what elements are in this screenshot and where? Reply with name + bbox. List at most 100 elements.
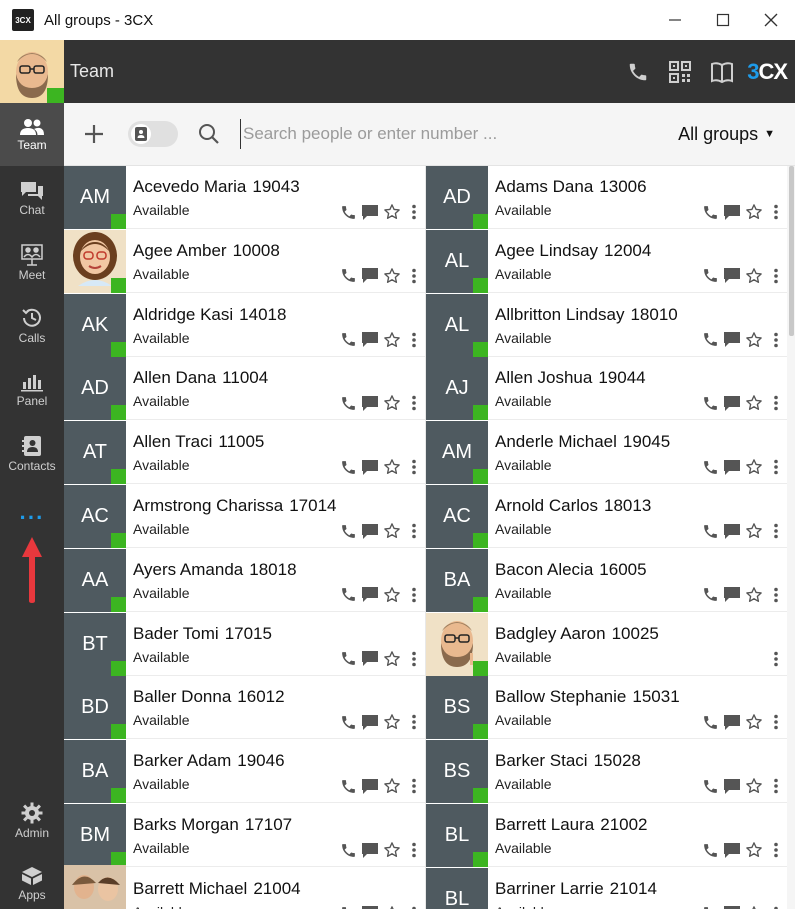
dialer-button[interactable] (617, 40, 659, 103)
group-filter-dropdown[interactable]: All groups ▼ (678, 124, 775, 145)
chat-button[interactable] (359, 585, 381, 605)
chat-button[interactable] (721, 457, 743, 477)
chat-button[interactable] (359, 776, 381, 796)
minimize-button[interactable] (651, 0, 699, 40)
chat-button[interactable] (721, 904, 743, 909)
contact-card[interactable]: BS Barker Staci 15028 Available (426, 740, 787, 804)
favorite-button[interactable] (743, 330, 765, 350)
more-options-button[interactable] (765, 776, 787, 796)
chat-button[interactable] (359, 904, 381, 909)
avatar[interactable]: BL (426, 804, 488, 867)
favorite-button[interactable] (381, 393, 403, 413)
call-button[interactable] (337, 840, 359, 860)
chat-button[interactable] (721, 330, 743, 350)
chat-button[interactable] (359, 266, 381, 286)
maximize-button[interactable] (699, 0, 747, 40)
chat-button[interactable] (359, 330, 381, 350)
sidebar-item-chat[interactable]: Chat (0, 167, 64, 230)
call-button[interactable] (699, 840, 721, 860)
sidebar-item-meet[interactable]: Meet (0, 231, 64, 294)
call-button[interactable] (699, 904, 721, 909)
avatar[interactable]: BT (64, 612, 126, 676)
avatar[interactable]: BM (64, 804, 126, 867)
contact-card[interactable]: BT Bader Tomi 17015 Available (64, 612, 425, 676)
favorite-button[interactable] (743, 904, 765, 909)
more-button[interactable]: ··· (0, 505, 64, 530)
call-button[interactable] (699, 266, 721, 286)
call-button[interactable] (337, 585, 359, 605)
chat-button[interactable] (721, 266, 743, 286)
avatar[interactable]: BA (426, 548, 488, 612)
more-options-button[interactable] (403, 840, 425, 860)
contact-card[interactable]: BD Baller Donna 16012 Available (64, 676, 425, 740)
contact-card[interactable]: AD Allen Dana 11004 Available (64, 357, 425, 421)
more-options-button[interactable] (765, 904, 787, 909)
contact-card[interactable]: BM Barks Morgan 17107 Available (64, 804, 425, 867)
chat-button[interactable] (359, 649, 381, 669)
call-button[interactable] (699, 776, 721, 796)
call-button[interactable] (337, 330, 359, 350)
call-button[interactable] (337, 457, 359, 477)
avatar[interactable]: AD (426, 166, 488, 229)
contact-card[interactable]: Badgley Aaron 10025 Available (426, 612, 787, 676)
avatar[interactable] (64, 229, 126, 293)
qr-code-button[interactable] (659, 40, 701, 103)
more-options-button[interactable] (765, 202, 787, 222)
chat-button[interactable] (721, 585, 743, 605)
more-options-button[interactable] (403, 266, 425, 286)
more-options-button[interactable] (765, 649, 787, 669)
contact-card[interactable]: AM Anderle Michael 19045 Available (426, 421, 787, 485)
contact-card[interactable]: AA Ayers Amanda 18018 Available (64, 548, 425, 612)
contact-card[interactable]: AL Allbritton Lindsay 18010 Available (426, 293, 787, 357)
contacts-toggle[interactable] (128, 121, 178, 147)
contact-card[interactable]: BL Barriner Larrie21014 Available (426, 867, 787, 909)
avatar[interactable]: AJ (426, 357, 488, 421)
sidebar-item-team[interactable]: Team (0, 103, 64, 166)
more-options-button[interactable] (403, 521, 425, 541)
call-button[interactable] (337, 712, 359, 732)
avatar[interactable]: AD (64, 357, 126, 421)
favorite-button[interactable] (381, 202, 403, 222)
more-options-button[interactable] (765, 712, 787, 732)
chat-button[interactable] (721, 393, 743, 413)
call-button[interactable] (337, 266, 359, 286)
chat-button[interactable] (721, 776, 743, 796)
chat-button[interactable] (359, 840, 381, 860)
favorite-button[interactable] (743, 202, 765, 222)
call-button[interactable] (337, 904, 359, 909)
avatar[interactable]: AM (426, 421, 488, 485)
avatar[interactable]: BL (426, 867, 488, 909)
avatar[interactable]: AC (426, 485, 488, 548)
call-button[interactable] (699, 330, 721, 350)
contact-card[interactable]: AT Allen Traci 11005 Available (64, 421, 425, 485)
favorite-button[interactable] (743, 776, 765, 796)
scrollbar-thumb[interactable] (789, 166, 794, 336)
more-options-button[interactable] (403, 202, 425, 222)
call-button[interactable] (699, 521, 721, 541)
favorite-button[interactable] (381, 840, 403, 860)
chat-button[interactable] (359, 393, 381, 413)
sidebar-item-panel[interactable]: Panel (0, 358, 64, 421)
favorite-button[interactable] (381, 776, 403, 796)
more-options-button[interactable] (403, 330, 425, 350)
favorite-button[interactable] (743, 457, 765, 477)
avatar[interactable]: AT (64, 421, 126, 485)
more-options-button[interactable] (765, 266, 787, 286)
avatar[interactable]: AL (426, 229, 488, 293)
favorite-button[interactable] (381, 266, 403, 286)
contact-card[interactable]: BA Bacon Alecia 16005 Available (426, 548, 787, 612)
avatar[interactable]: AL (426, 293, 488, 357)
favorite-button[interactable] (743, 521, 765, 541)
favorite-button[interactable] (743, 266, 765, 286)
chat-button[interactable] (359, 457, 381, 477)
avatar[interactable]: AK (64, 293, 126, 357)
favorite-button[interactable] (743, 585, 765, 605)
call-button[interactable] (337, 393, 359, 413)
contact-card[interactable]: BS Ballow Stephanie 15031 Available (426, 676, 787, 740)
contact-card[interactable]: AK Aldridge Kasi 14018 Available (64, 293, 425, 357)
favorite-button[interactable] (381, 330, 403, 350)
more-options-button[interactable] (403, 393, 425, 413)
search-input[interactable] (240, 119, 540, 149)
call-button[interactable] (337, 202, 359, 222)
contact-card[interactable]: BA Barker Adam 19046 Available (64, 740, 425, 804)
